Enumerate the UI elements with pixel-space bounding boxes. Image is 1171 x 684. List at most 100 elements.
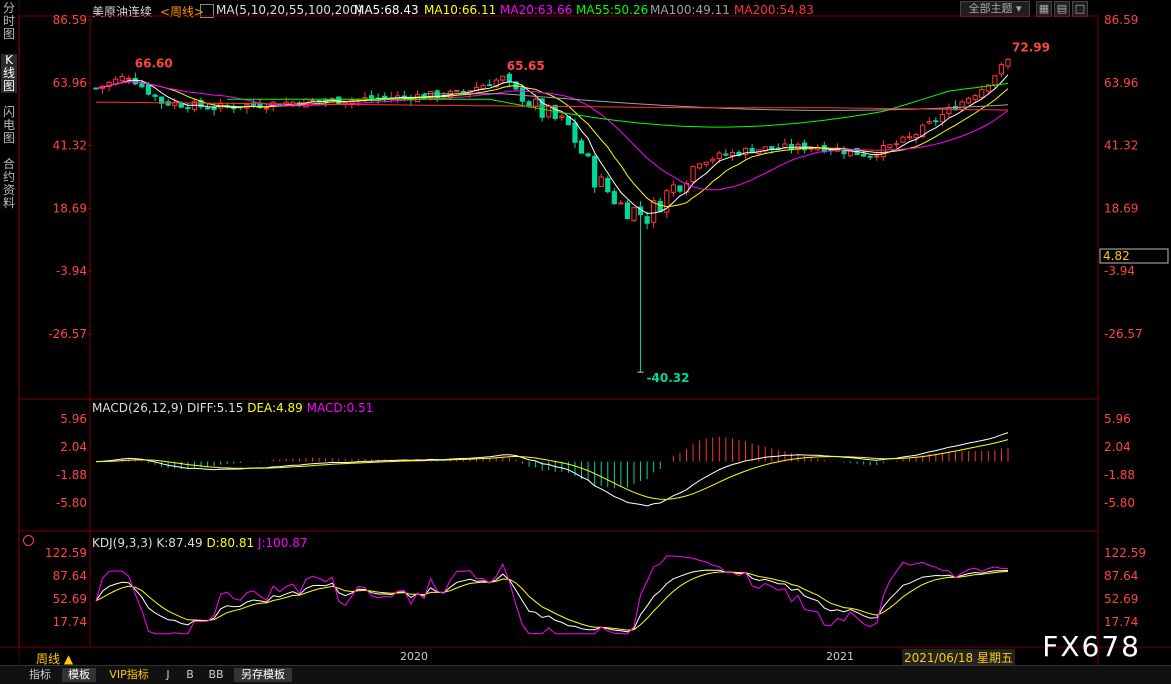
- tab-b[interactable]: B: [182, 668, 198, 682]
- candle-body: [139, 83, 145, 88]
- year-2020-label: 2020: [400, 650, 428, 663]
- candle-body: [657, 201, 663, 213]
- candle-body: [185, 107, 191, 110]
- candle-body: [519, 87, 526, 102]
- candle-body: [959, 101, 965, 111]
- annot-high-2021: 72.99: [1012, 41, 1050, 55]
- kdj-tick-left: 122.59: [45, 546, 87, 560]
- year-2021-label: 2021: [826, 650, 854, 663]
- macd-diff-line: [95, 432, 1009, 507]
- price-tick-left: 86.59: [53, 13, 87, 27]
- candle-body: [900, 136, 906, 143]
- candle-body: [926, 121, 932, 124]
- price-tick-right: 86.59: [1104, 13, 1138, 27]
- kdj-k: K:87.49: [156, 536, 203, 550]
- macd-tick-left: 5.96: [60, 412, 87, 426]
- kdj-header: KDJ(9,3,3) K:87.49 D:80.81 J:100.87: [92, 536, 308, 550]
- kdj-k-line: [95, 569, 1009, 633]
- candle-body: [611, 191, 617, 205]
- candle-body: [500, 75, 506, 81]
- candle-body: [211, 107, 217, 111]
- candle-body: [867, 155, 873, 158]
- candle-body: [263, 107, 270, 110]
- candle-body: [204, 107, 211, 110]
- candle-body: [368, 95, 375, 100]
- watermark-logo: FX678: [1042, 630, 1141, 663]
- candle-body: [749, 148, 755, 154]
- annot-high-2019: 66.60: [135, 56, 173, 70]
- ma55-line: [227, 83, 1009, 128]
- candle-body: [697, 163, 703, 169]
- annot-low-2020: -40.32: [647, 371, 690, 385]
- candle-body: [178, 103, 184, 108]
- candle-body: [670, 184, 676, 193]
- candle-body: [946, 107, 952, 115]
- kdj-tick-right: 52.69: [1104, 592, 1138, 606]
- candle-body: [651, 200, 657, 223]
- candle-body: [644, 216, 650, 224]
- candle-body: [710, 158, 716, 162]
- ma10-line: [95, 81, 1009, 208]
- candle-body: [631, 207, 637, 221]
- candle-body: [309, 99, 316, 102]
- kdj-tick-right: 122.59: [1104, 546, 1146, 560]
- candle-body: [578, 140, 585, 154]
- candle-body: [716, 152, 722, 159]
- chart-canvas[interactable]: 86.59 86.59 63.96 63.96 41.32 41.32 18.69 18.69…: [0, 0, 1171, 665]
- price-tick-right: 63.96: [1104, 76, 1138, 90]
- candle-body: [906, 136, 913, 139]
- candle-body: [605, 177, 611, 193]
- kdj-d: D:80.81: [206, 536, 255, 550]
- tab-vip-indicators[interactable]: VIP指标: [102, 668, 156, 682]
- price-tick-left: -26.57: [48, 327, 87, 341]
- candle-body: [126, 77, 132, 80]
- tab-indicators[interactable]: 指标: [24, 668, 56, 682]
- kdj-settings-icon[interactable]: [23, 535, 34, 546]
- candle-body: [532, 98, 539, 107]
- candle-body: [913, 133, 919, 139]
- candle-body: [585, 153, 591, 157]
- candle-body: [618, 202, 624, 205]
- price-panel-frame: [18, 15, 1099, 400]
- kdj-tick-left: 17.74: [53, 615, 87, 629]
- candle-body: [723, 153, 729, 156]
- candle-body: [972, 95, 978, 101]
- cursor-date: 2021/06/18 星期五: [902, 649, 1015, 666]
- macd-diff: DIFF:5.15: [186, 401, 244, 415]
- candle-body: [690, 165, 696, 183]
- kdj-tick-right: 87.64: [1104, 569, 1138, 583]
- candle-body: [939, 114, 945, 123]
- kdj-tick-left: 52.69: [53, 592, 87, 606]
- kdj-tick-right: 17.74: [1104, 615, 1138, 629]
- candle-body: [592, 156, 598, 188]
- kdj-d-line: [95, 570, 1009, 631]
- macd-tick-right: 5.96: [1104, 412, 1131, 426]
- candle-body: [454, 90, 460, 93]
- candle-body: [769, 146, 775, 150]
- macd-tick-left: -1.88: [56, 468, 87, 482]
- price-tick-right: -26.57: [1104, 327, 1143, 341]
- tab-bb[interactable]: BB: [204, 668, 228, 682]
- macd-tick-right: -5.80: [1104, 496, 1135, 510]
- candle-body: [487, 84, 493, 87]
- macd-value: MACD:0.51: [306, 401, 374, 415]
- tab-j[interactable]: J: [160, 668, 176, 682]
- kdj-j-line: [95, 555, 1009, 635]
- candle-body: [152, 94, 158, 97]
- price-tick-right: 41.32: [1104, 139, 1138, 153]
- macd-dea: DEA:4.89: [247, 401, 303, 415]
- macd-tick-right: 2.04: [1104, 440, 1131, 454]
- candle-body: [559, 115, 565, 118]
- price-tick-left: 18.69: [53, 201, 87, 215]
- price-tick-right: -3.94: [1104, 264, 1135, 278]
- candle-body: [382, 95, 388, 98]
- candle-body: [729, 151, 736, 156]
- tab-templates[interactable]: 模板: [62, 668, 96, 682]
- candle-body: [145, 84, 152, 95]
- candle-body: [998, 64, 1005, 75]
- tab-save-template[interactable]: 另存模板: [234, 668, 292, 682]
- candle-body: [677, 185, 683, 192]
- kdj-j: J:100.87: [257, 536, 308, 550]
- candle-body: [546, 105, 552, 118]
- price-tick-right: 18.69: [1104, 201, 1138, 215]
